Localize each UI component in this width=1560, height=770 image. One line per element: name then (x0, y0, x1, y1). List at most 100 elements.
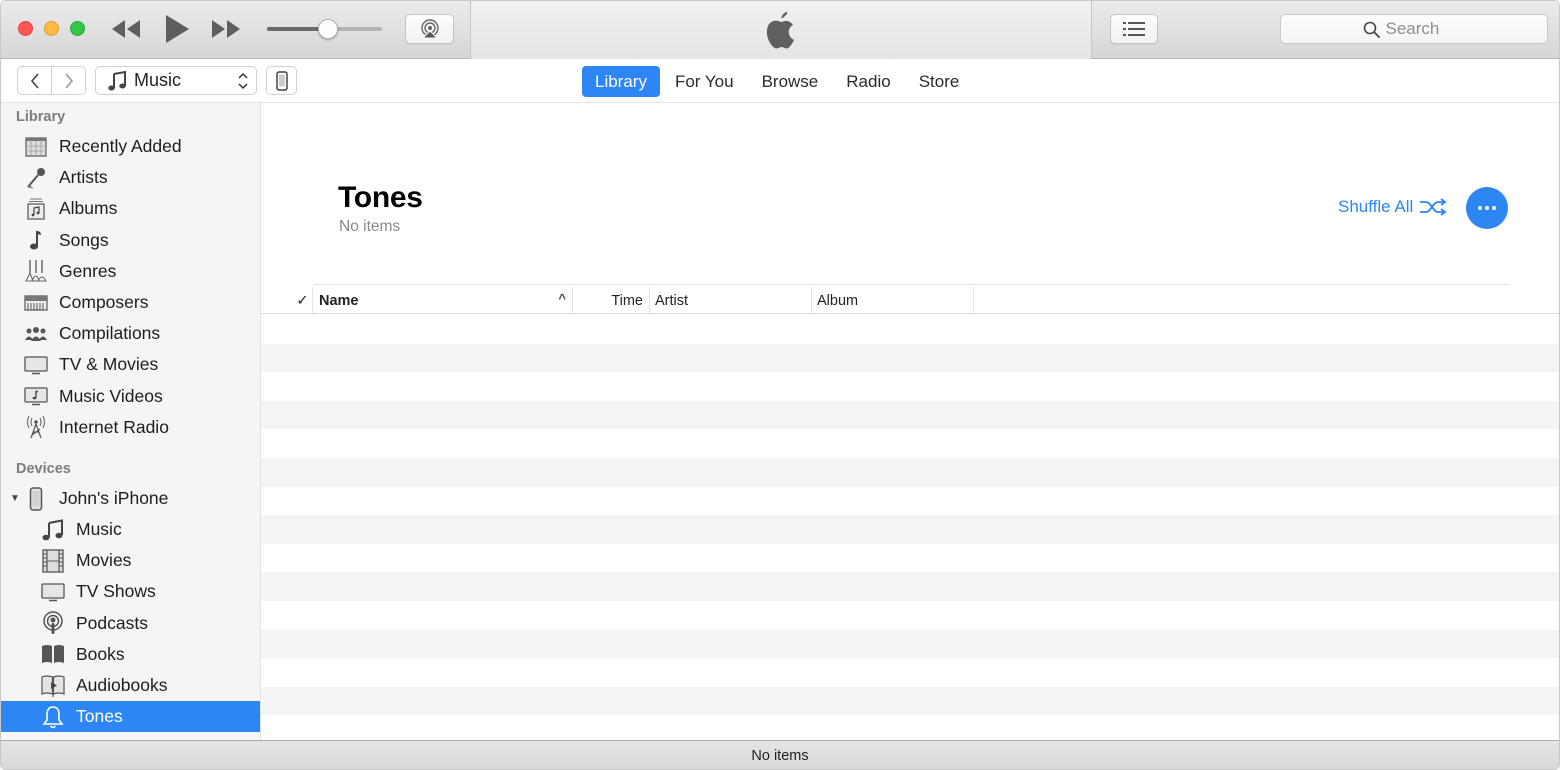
disclosure-triangle-icon[interactable]: ▼ (10, 493, 20, 504)
check-column-label: ✓ (296, 292, 309, 309)
column-header-check[interactable]: ✓ (293, 287, 313, 314)
artist-column-label: Artist (655, 292, 689, 309)
tab-radio[interactable]: Radio (833, 66, 903, 97)
sidebar-item-label: Internet Radio (59, 416, 169, 437)
sidebar-item-label: Audiobooks (76, 675, 168, 695)
fast-forward-button[interactable] (209, 17, 243, 41)
audiobook-icon (40, 674, 66, 698)
sidebar-item-compilations[interactable]: Compilations (1, 318, 260, 349)
empty-table-row (261, 544, 1559, 573)
up-next-button[interactable] (1110, 14, 1158, 44)
volume-slider[interactable] (267, 19, 382, 39)
sidebar-item-genres[interactable]: Genres (1, 256, 260, 287)
empty-table-row (261, 487, 1559, 516)
column-header-name[interactable]: Name ^ (313, 287, 573, 314)
search-input[interactable] (1385, 19, 1466, 39)
sort-ascending-icon: ^ (558, 291, 566, 306)
ellipsis-icon (1478, 206, 1482, 210)
empty-table-row (261, 515, 1559, 544)
sidebar-item-label: Recently Added (59, 136, 182, 156)
calendar-grid-icon (23, 135, 49, 159)
sidebar-item-songs[interactable]: Songs (1, 225, 260, 256)
forward-button[interactable] (52, 66, 86, 95)
sidebar-item-label: Compilations (59, 323, 161, 344)
title-toolbar (1, 1, 1559, 59)
more-options-button[interactable] (1466, 187, 1508, 229)
empty-table-row (261, 343, 1559, 373)
tv-icon (40, 580, 66, 604)
iphone-icon (275, 70, 288, 91)
item-count: No items (339, 218, 401, 235)
sidebar-device-item-tv-shows[interactable]: TV Shows (1, 576, 260, 607)
sidebar-device-item-podcasts[interactable]: Podcasts (1, 608, 260, 639)
iphone-icon (23, 486, 49, 511)
shuffle-all-label: Shuffle All (1338, 197, 1414, 216)
ellipsis-dot (1485, 206, 1489, 210)
music-note-icon (108, 70, 126, 90)
search-field[interactable] (1280, 14, 1548, 44)
shuffle-all-button[interactable]: Shuffle All (1338, 197, 1447, 217)
play-icon (166, 15, 189, 43)
minimize-window-button[interactable] (44, 21, 59, 36)
sidebar-item-composers[interactable]: Composers (1, 287, 260, 318)
empty-table-row (261, 458, 1559, 487)
album-stack-icon (23, 197, 49, 221)
play-button[interactable] (161, 13, 193, 45)
sidebar-item-tv-movies[interactable]: TV & Movies (1, 349, 260, 380)
zoom-window-button[interactable] (70, 21, 85, 36)
airplay-icon (420, 19, 439, 39)
time-column-label: Time (611, 292, 643, 309)
rewind-button[interactable] (109, 17, 143, 41)
media-kind-label: Music (134, 70, 182, 90)
sidebar-device-johns-iphone[interactable]: ▼ John's iPhone (1, 483, 260, 514)
back-button[interactable] (17, 66, 52, 95)
shuffle-icon (1420, 198, 1447, 216)
sidebar-item-label: Albums (59, 198, 118, 219)
tab-store[interactable]: Store (906, 66, 973, 97)
guitars-icon (23, 259, 49, 283)
close-window-button[interactable] (18, 21, 33, 36)
lcd-display (470, 1, 1092, 59)
bell-icon (40, 705, 66, 729)
sidebar-item-recently-added[interactable]: Recently Added (1, 131, 260, 162)
table-header: ✓ Name ^ Time Artist Album (261, 287, 1559, 314)
main-content: Tones No items Shuffle All ✓ Name ^ Time… (261, 103, 1559, 740)
music-video-icon (23, 384, 49, 408)
sidebar-item-artists[interactable]: Artists (1, 162, 260, 193)
volume-knob[interactable] (317, 19, 338, 39)
sidebar-device-item-movies[interactable]: Movies (1, 545, 260, 576)
column-header-artist[interactable]: Artist (650, 287, 812, 314)
chevron-left-icon (30, 72, 39, 89)
music-notes-icon (40, 518, 66, 542)
name-column-label: Name (319, 292, 359, 309)
tab-library[interactable]: Library (582, 66, 660, 97)
empty-table-row (261, 315, 1559, 344)
column-header-album[interactable]: Album (812, 287, 974, 314)
airplay-button[interactable] (405, 14, 454, 44)
radio-tower-icon (23, 415, 49, 439)
sidebar-item-internet-radio[interactable]: Internet Radio (1, 412, 260, 443)
sidebar-item-label: Movies (76, 550, 132, 571)
library-section-heading: Library (16, 109, 66, 125)
sidebar-item-label: TV & Movies (59, 354, 159, 375)
media-kind-selector[interactable]: Music (95, 66, 257, 95)
sidebar-item-albums[interactable]: Albums (1, 193, 260, 224)
fast-forward-icon (212, 20, 240, 38)
sidebar-device-item-tones[interactable]: Tones (1, 701, 260, 733)
tab-browse[interactable]: Browse (749, 66, 832, 97)
device-button[interactable] (266, 66, 297, 95)
tab-for-you[interactable]: For You (662, 66, 747, 97)
table-divider (313, 284, 1509, 285)
sidebar-device-item-audiobooks[interactable]: Audiobooks (1, 670, 260, 701)
sidebar-item-label: Songs (59, 229, 109, 250)
sidebar-item-label: Artists (59, 167, 108, 188)
empty-table-row (261, 658, 1559, 687)
sidebar-device-item-music[interactable]: Music (1, 514, 260, 545)
book-icon (40, 642, 66, 666)
sidebar-item-music-videos[interactable]: Music Videos (1, 381, 260, 412)
sidebar-item-label: Books (76, 643, 125, 664)
sidebar-device-item-books[interactable]: Books (1, 639, 260, 670)
tv-icon (23, 353, 49, 377)
empty-table-row (261, 372, 1559, 401)
column-header-time[interactable]: Time (573, 287, 650, 314)
